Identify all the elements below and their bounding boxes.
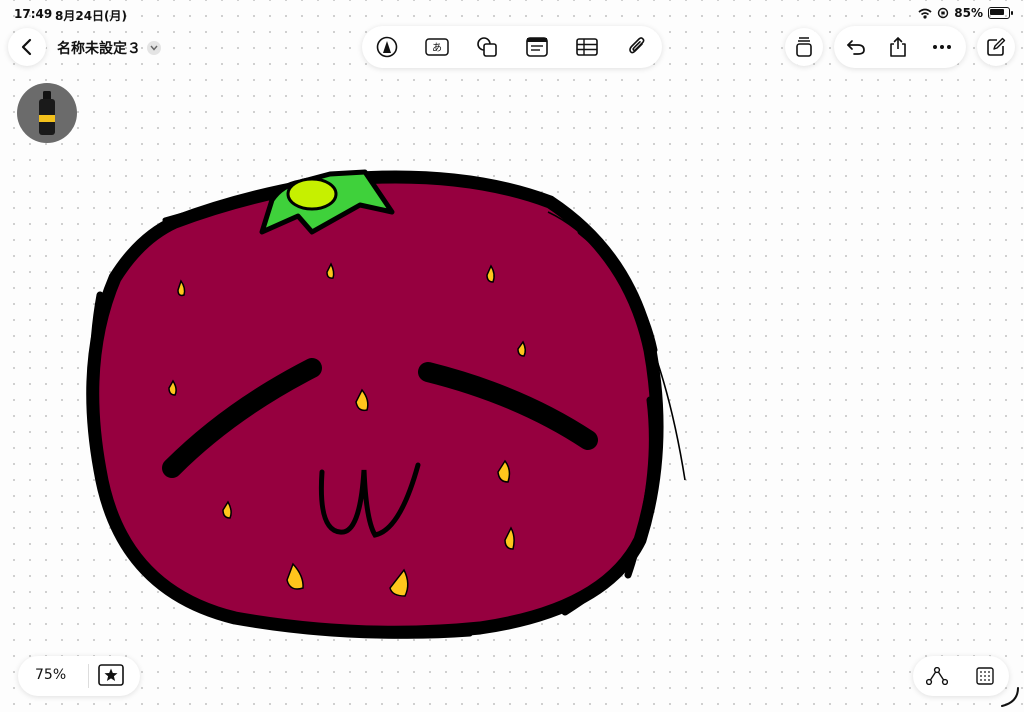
- grid-icon: [976, 667, 994, 685]
- divider: [88, 664, 89, 688]
- drawing-canvas[interactable]: [0, 0, 1024, 712]
- connectors-button[interactable]: [913, 656, 961, 696]
- favorite-button[interactable]: [98, 664, 124, 686]
- star-icon: [98, 664, 124, 686]
- zoom-control: 75%: [18, 656, 140, 696]
- leaf-highlight: [286, 177, 338, 211]
- tomato-body: [86, 170, 664, 639]
- tomato-drawing: [86, 169, 686, 639]
- zoom-level[interactable]: 75%: [35, 667, 66, 683]
- bottom-right-toolbar: [913, 656, 1009, 696]
- resize-handle-icon[interactable]: [998, 686, 1022, 708]
- connectors-icon: [926, 667, 948, 685]
